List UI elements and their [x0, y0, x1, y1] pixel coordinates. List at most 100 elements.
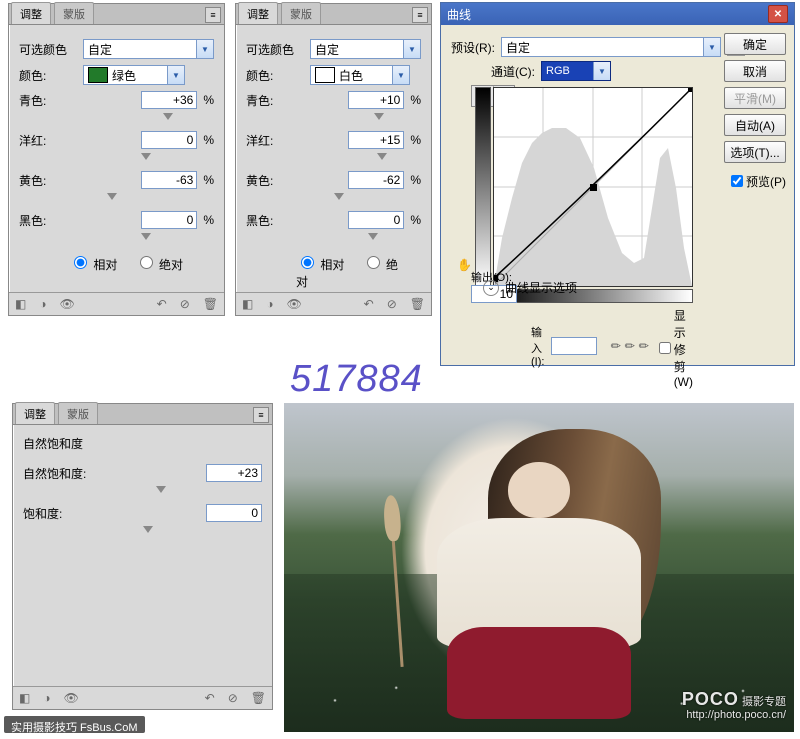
cyan-value[interactable] [348, 91, 404, 109]
eyedropper-black-icon[interactable]: ✎ [607, 337, 624, 354]
cyan-slider[interactable] [85, 113, 197, 123]
preset-select[interactable]: 自定▼ [310, 39, 421, 59]
tab-adjust[interactable]: 调整 [11, 2, 51, 24]
disclose-icon[interactable]: ⌄ [483, 280, 499, 296]
panel-tabs: 调整 蒙版 [13, 404, 272, 425]
saturation-slider[interactable] [33, 526, 253, 536]
radio-relative[interactable]: 相对 [296, 258, 344, 272]
curves-dialog: 曲线 ✕ 预设(R): 自定▼ ≡ 通道(C): RGB▼ ∿ ✎ [440, 2, 795, 366]
tab-adjust[interactable]: 调整 [15, 402, 55, 424]
black-slider[interactable] [312, 233, 424, 243]
clip-icon[interactable]: ◑ [266, 297, 273, 311]
panel-menu-icon[interactable]: ≡ [412, 7, 428, 23]
preset-select[interactable]: 自定▼ [501, 37, 721, 57]
close-button[interactable]: ✕ [768, 5, 788, 23]
back-icon[interactable]: ⊘ [180, 297, 190, 311]
trash-icon[interactable]: 🗑 [251, 691, 266, 705]
eye-icon[interactable]: 👁 [60, 297, 75, 311]
reset-icon[interactable]: ↶ [205, 691, 215, 705]
chevron-down-icon: ▼ [593, 62, 610, 80]
cyan-value[interactable] [141, 91, 197, 109]
options-button[interactable]: 选项(T)... [724, 141, 786, 163]
cyan-label: 青色: [19, 92, 83, 109]
trash-icon[interactable]: 🗑 [410, 297, 425, 311]
cancel-button[interactable]: 取消 [724, 60, 786, 82]
yellow-value[interactable] [141, 171, 197, 189]
color-swatch [88, 67, 108, 83]
reset-icon[interactable]: ↶ [364, 297, 374, 311]
chevron-down-icon: ▼ [196, 40, 213, 58]
tab-adjust[interactable]: 调整 [238, 2, 278, 24]
black-value[interactable] [348, 211, 404, 229]
smooth-button: 平滑(M) [724, 87, 786, 109]
cyan-slider[interactable] [312, 113, 424, 123]
magenta-slider[interactable] [312, 153, 424, 163]
radio-relative[interactable]: 相对 [69, 258, 117, 272]
magenta-label: 洋红: [246, 132, 310, 149]
eye-icon[interactable]: 👁 [64, 691, 79, 705]
curve-display-options[interactable]: 曲线显示选项 [505, 279, 577, 296]
hand-icon[interactable]: ✋ [457, 258, 472, 272]
vibrance-value[interactable] [206, 464, 262, 482]
black-value[interactable] [141, 211, 197, 229]
clip-icon[interactable]: ◑ [39, 297, 46, 311]
dialog-titlebar[interactable]: 曲线 ✕ [441, 3, 794, 25]
panel-menu-icon[interactable]: ≡ [205, 7, 221, 23]
yellow-slider[interactable] [312, 193, 424, 203]
eyedropper-gray-icon[interactable]: ✎ [621, 337, 638, 354]
cyan-label: 青色: [246, 92, 310, 109]
show-clip-checkbox[interactable]: 显示修剪(W) [655, 307, 693, 389]
black-slider[interactable] [85, 233, 197, 243]
preview-checkbox[interactable]: 预览(P) [727, 172, 786, 190]
tab-mask[interactable]: 蒙版 [281, 2, 321, 24]
panel-menu-icon[interactable]: ≡ [253, 407, 269, 423]
curve-grid[interactable] [493, 87, 693, 287]
color-swatch [315, 67, 335, 83]
vibrance-panel: 调整 蒙版 ≡ 自然饱和度 自然饱和度: 饱和度: ◧◑ 👁 ↶⊘🗑 [12, 403, 273, 710]
auto-button[interactable]: 自动(A) [724, 114, 786, 136]
clip-icon[interactable]: ◑ [43, 691, 50, 705]
input-value[interactable] [551, 337, 597, 355]
adj-icon[interactable]: ◧ [15, 297, 26, 311]
adj-icon[interactable]: ◧ [19, 691, 30, 705]
yellow-slider[interactable] [85, 193, 197, 203]
back-icon[interactable]: ⊘ [387, 297, 397, 311]
vibrance-slider[interactable] [33, 486, 253, 496]
magenta-value[interactable] [348, 131, 404, 149]
mode-radio-group: 相对 绝对 [69, 253, 214, 273]
magenta-value[interactable] [141, 131, 197, 149]
panel-footer: ◧ ◑ 👁 ↶ ⊘ 🗑 [9, 292, 224, 315]
eye-icon[interactable]: 👁 [287, 297, 302, 311]
preset-label: 预设(R): [451, 39, 495, 56]
mode-radio-group: 相对 绝对 [296, 253, 421, 290]
magenta-label: 洋红: [19, 132, 83, 149]
color-select[interactable]: 绿色 ▼ [83, 65, 185, 85]
ok-button[interactable]: 确定 [724, 33, 786, 55]
yellow-value[interactable] [348, 171, 404, 189]
saturation-value[interactable] [206, 504, 262, 522]
output-gradient [475, 87, 491, 287]
reset-icon[interactable]: ↶ [157, 297, 167, 311]
eyedropper-white-icon[interactable]: ✎ [635, 337, 652, 354]
watermark-number: 517884 [290, 358, 423, 401]
vibrance-label: 自然饱和度: [23, 465, 111, 482]
tab-mask[interactable]: 蒙版 [54, 2, 94, 24]
channel-select[interactable]: RGB▼ [541, 61, 611, 81]
poco-watermark: POCO 摄影专题 http://photo.poco.cn/ [682, 693, 786, 722]
tab-mask[interactable]: 蒙版 [58, 402, 98, 424]
channel-label: 通道(C): [491, 63, 535, 80]
back-icon[interactable]: ⊘ [228, 691, 238, 705]
chevron-down-icon: ▼ [392, 66, 409, 84]
magenta-slider[interactable] [85, 153, 197, 163]
color-select[interactable]: 白色 ▼ [310, 65, 410, 85]
curve-area: ∿ ✎ 输出(O): [471, 85, 693, 300]
chevron-down-icon: ▼ [703, 38, 720, 56]
selective-color-title: 可选颜色 [19, 41, 83, 58]
selective-color-panel-2: 调整 蒙版 ≡ 可选颜色 自定▼ 颜色: 白色 ▼ 青色:% 洋红:% 黄色:%… [235, 3, 432, 316]
adj-icon[interactable]: ◧ [242, 297, 253, 311]
preset-select[interactable]: 自定▼ [83, 39, 214, 59]
selective-color-title: 可选颜色 [246, 41, 310, 58]
input-label: 输入(I): [531, 324, 545, 368]
radio-absolute[interactable]: 绝对 [135, 258, 183, 272]
trash-icon[interactable]: 🗑 [203, 297, 218, 311]
